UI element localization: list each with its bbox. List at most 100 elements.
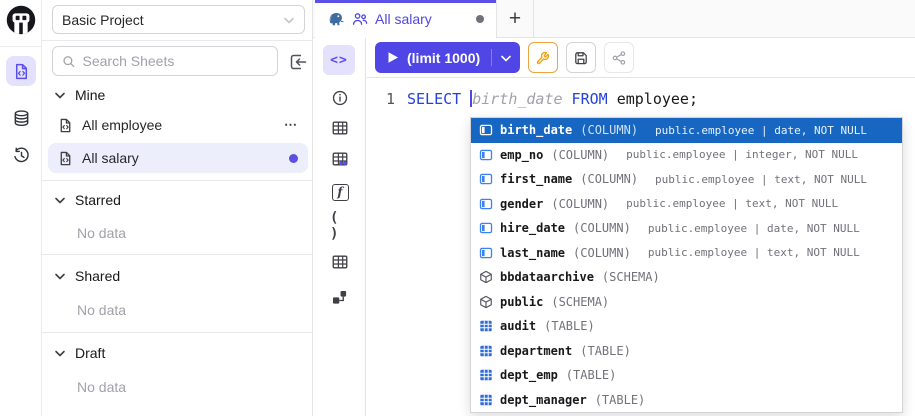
app-rail — [0, 0, 42, 416]
sidebar: Basic Project Mine All employee ⋯ All sa… — [42, 0, 313, 416]
column-icon — [479, 197, 493, 211]
autocomplete-item[interactable]: dept_emp (TABLE) — [471, 363, 902, 388]
search-input[interactable] — [83, 53, 269, 69]
rail-history-button[interactable] — [6, 140, 36, 170]
more-actions-icon[interactable]: ⋯ — [284, 117, 298, 133]
divider — [42, 332, 312, 333]
sheet-item-all-employee[interactable]: All employee ⋯ — [48, 110, 308, 140]
suggestion-name: birth_date — [500, 123, 572, 137]
import-sheet-button[interactable] — [287, 51, 309, 73]
autocomplete-popup: birth_date (COLUMN) public.employee | da… — [470, 117, 903, 413]
column-icon — [479, 148, 493, 162]
shared-users-icon — [352, 11, 368, 27]
tables-panel-button[interactable] — [330, 118, 350, 138]
run-query-button[interactable]: (limit 1000) — [375, 42, 520, 73]
autocomplete-item[interactable]: bbdataarchive (SCHEMA) — [471, 265, 902, 290]
table-icon — [479, 344, 493, 358]
sheet-code-icon — [13, 63, 30, 80]
suggestion-name: dept_manager — [500, 393, 587, 407]
section-starred-header[interactable]: Starred — [54, 190, 121, 210]
autocomplete-item[interactable]: birth_date (COLUMN) public.employee | da… — [471, 118, 902, 143]
section-shared-header[interactable]: Shared — [54, 266, 120, 286]
suggestion-name: dept_emp — [500, 368, 558, 382]
autocomplete-item[interactable]: gender (COLUMN) public.employee | text, … — [471, 192, 902, 217]
plus-icon: + — [509, 7, 521, 31]
autocomplete-item[interactable]: audit (TABLE) — [471, 314, 902, 339]
rail-divider — [0, 46, 41, 47]
info-panel-button[interactable] — [330, 88, 350, 108]
tab-label: All salary — [375, 11, 432, 27]
section-starred-label: Starred — [75, 192, 121, 208]
sheet-code-icon — [58, 151, 73, 166]
function-icon: f — [332, 184, 349, 201]
chevron-down-icon — [283, 14, 295, 26]
autocomplete-item[interactable]: dept_manager (TABLE) — [471, 388, 902, 413]
column-icon — [479, 221, 493, 235]
suggestion-detail: public.employee | date, NOT NULL — [648, 222, 860, 235]
play-icon — [387, 51, 399, 64]
suggestion-kind: (TABLE) — [544, 319, 595, 333]
ghost-suggestion-text: birth_date — [472, 90, 562, 108]
suggestion-name: emp_no — [500, 148, 543, 162]
divider — [42, 254, 312, 255]
run-query-main[interactable]: (limit 1000) — [375, 50, 491, 66]
autocomplete-item[interactable]: last_name (COLUMN) public.employee | tex… — [471, 241, 902, 266]
rail-worksheets-button[interactable] — [6, 56, 36, 86]
unsaved-dot — [289, 154, 298, 163]
snippets-panel-button[interactable]: ( ) — [330, 216, 350, 236]
project-selector-value: Basic Project — [62, 12, 144, 28]
schema-diagram-panel-button[interactable] — [330, 287, 350, 307]
sheet-code-icon — [58, 118, 73, 133]
project-selector[interactable]: Basic Project — [52, 5, 305, 34]
suggestion-kind: (SCHEMA) — [602, 270, 660, 284]
suggestion-kind: (TABLE) — [580, 344, 631, 358]
sheet-item-all-salary[interactable]: All salary — [48, 143, 308, 173]
save-sheet-button[interactable] — [566, 42, 596, 73]
schema-icon — [479, 270, 493, 284]
sheet-search[interactable] — [52, 46, 278, 76]
shared-empty-text: No data — [77, 302, 126, 318]
chevron-down-icon — [54, 194, 66, 206]
suggestion-name: audit — [500, 319, 536, 333]
autocomplete-item[interactable]: department (TABLE) — [471, 339, 902, 364]
tab-all-salary[interactable]: All salary — [315, 0, 497, 38]
run-button-label: (limit 1000) — [407, 50, 480, 66]
code-content: SELECT birth_date FROM employee; — [395, 88, 698, 110]
tab-unsaved-dot — [476, 15, 484, 23]
share-sheet-button[interactable] — [604, 42, 634, 73]
column-icon — [479, 246, 493, 260]
suggestion-detail: public.employee | text, NOT NULL — [626, 197, 838, 210]
history-clock-icon — [12, 146, 31, 165]
save-icon — [573, 50, 589, 66]
editor-side-strip: <> f ( ) — [313, 38, 366, 416]
functions-panel-button[interactable]: f — [330, 182, 350, 202]
worksheet-panel-button[interactable]: <> — [323, 45, 355, 75]
parentheses-icon: ( ) — [330, 210, 350, 242]
format-sql-button[interactable] — [528, 42, 558, 73]
sheet-item-label: All employee — [82, 117, 162, 133]
table-icon — [331, 119, 349, 137]
autocomplete-item[interactable]: hire_date (COLUMN) public.employee | dat… — [471, 216, 902, 241]
app-logo-icon[interactable] — [5, 4, 37, 36]
table-data-panel-button[interactable] — [330, 149, 350, 169]
section-mine-header[interactable]: Mine — [54, 85, 105, 105]
autocomplete-item[interactable]: public (SCHEMA) — [471, 290, 902, 315]
section-draft-header[interactable]: Draft — [54, 343, 105, 363]
table-icon — [479, 319, 493, 333]
new-tab-button[interactable]: + — [497, 0, 534, 38]
rail-databases-button[interactable] — [6, 103, 36, 133]
run-options-button[interactable] — [492, 52, 520, 64]
autocomplete-item[interactable]: emp_no (COLUMN) public.employee | intege… — [471, 143, 902, 168]
suggestion-kind: (TABLE) — [566, 368, 617, 382]
suggestion-name: gender — [500, 197, 543, 211]
postgresql-icon — [327, 10, 345, 28]
database-icon — [12, 109, 31, 128]
suggestion-name: hire_date — [500, 221, 565, 235]
autocomplete-item[interactable]: first_name (COLUMN) public.employee | te… — [471, 167, 902, 192]
section-mine-label: Mine — [75, 87, 105, 103]
editor-toolbar: (limit 1000) — [367, 38, 915, 78]
schema-icon — [479, 295, 493, 309]
schema-tables-panel-button[interactable] — [330, 252, 350, 272]
chevron-down-icon — [500, 52, 512, 64]
divider — [42, 180, 312, 181]
